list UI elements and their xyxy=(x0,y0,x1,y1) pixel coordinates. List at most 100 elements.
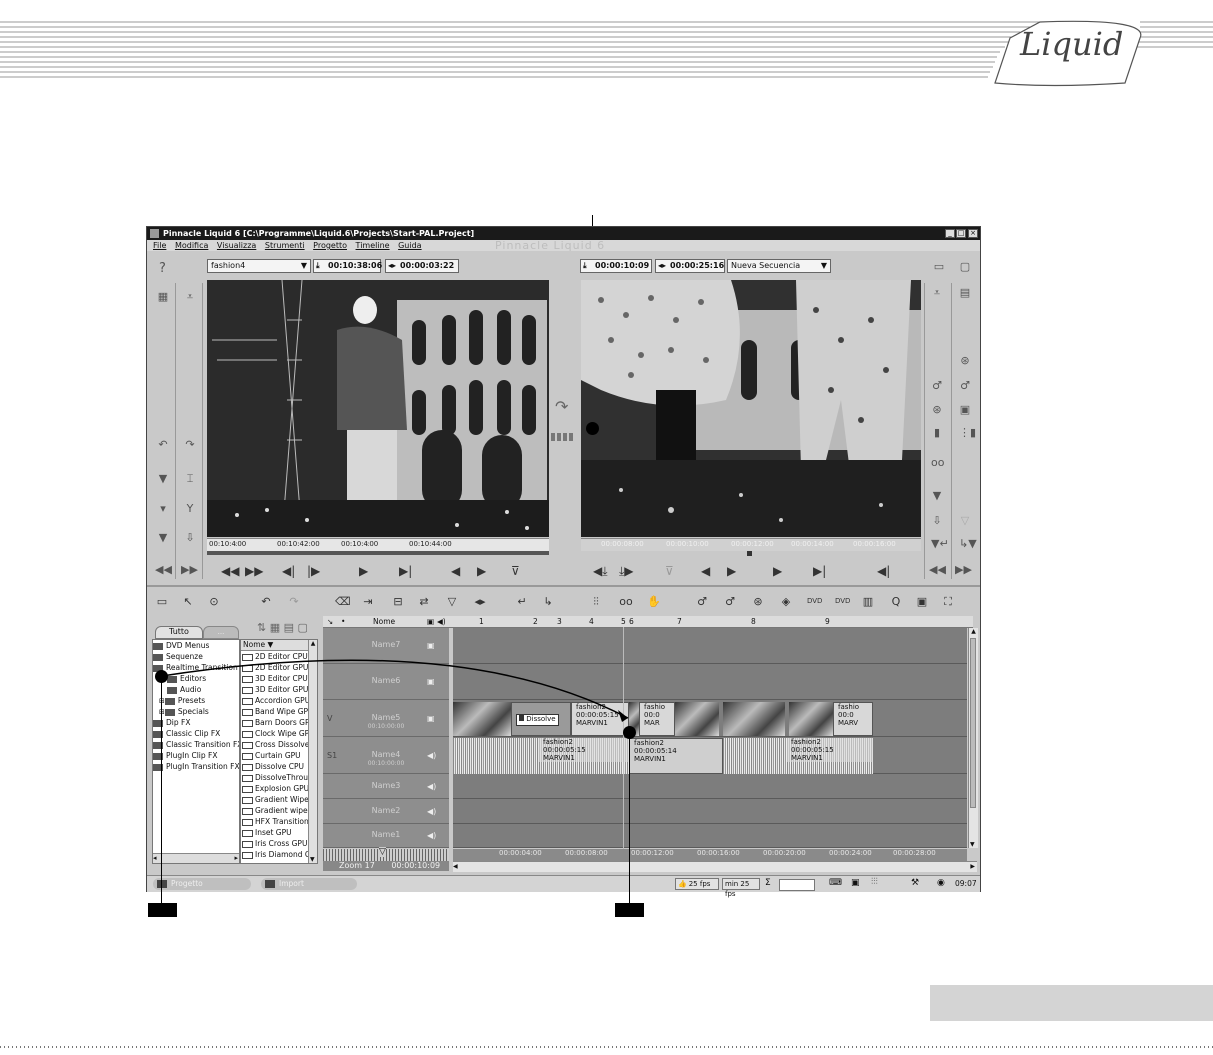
step-forward-icon[interactable]: ▶ xyxy=(727,564,736,578)
mark-y-icon[interactable]: Y xyxy=(184,503,196,515)
audio-clip-2[interactable]: fashion2 00:00:05:14 MARVIN1 xyxy=(629,738,723,774)
lift-icon[interactable]: ▼↵ xyxy=(931,538,949,550)
fit-icon[interactable]: ▦ xyxy=(157,291,169,303)
timeline-marker[interactable]: 4 xyxy=(589,616,594,627)
pointer-icon[interactable]: ↖ xyxy=(181,595,195,608)
tree-hscrollbar[interactable]: ◂ ▸ xyxy=(153,853,239,863)
scroll-right-icon[interactable]: ▶ xyxy=(970,862,975,872)
monitor-icon[interactable]: ▣ xyxy=(851,878,860,888)
fullscreen-icon[interactable]: ⛶ xyxy=(941,595,955,608)
timeline-ruler[interactable]: 00:00:04:00 00:00:08:00 00:00:12:00 00:00:1… xyxy=(453,849,967,861)
ripple-right-icon[interactable]: ↳ xyxy=(541,595,555,608)
effect-item[interactable]: Iris Diamond GP xyxy=(241,849,317,860)
effects-icon[interactable]: ⊛ xyxy=(959,355,971,367)
taskbar-item-progetto[interactable]: Progetto xyxy=(153,878,251,890)
folder-icon[interactable]: ▭ xyxy=(155,595,169,608)
minimize-button[interactable]: _ xyxy=(945,229,955,238)
track-lane[interactable] xyxy=(453,774,967,799)
audio-fx-2-icon[interactable]: ♂ xyxy=(723,595,737,608)
clip-thumbnail[interactable] xyxy=(723,702,785,736)
search-icon[interactable]: Q xyxy=(889,595,903,608)
menu-visualizza[interactable]: Visualizza xyxy=(217,241,256,250)
effect-item[interactable]: HFX Transition xyxy=(241,816,317,827)
rewind-icon[interactable]: ◀◀ xyxy=(155,564,172,576)
scroll-thumb[interactable] xyxy=(970,638,976,808)
scroll-left-icon[interactable]: ◀ xyxy=(453,863,458,870)
redo-icon[interactable]: ↷ xyxy=(184,439,196,451)
transfer-arrow-icon[interactable]: ↷ xyxy=(555,397,568,416)
fast-forward-icon[interactable]: ▶▶ xyxy=(955,564,972,576)
add-track-icon[interactable]: • xyxy=(341,616,345,627)
audio-clip-1[interactable]: fashion2 00:00:05:15 MARVIN1 xyxy=(539,738,629,774)
mixer-icon[interactable]: ⫶⫶ xyxy=(589,595,603,608)
maximize-button[interactable]: □ xyxy=(956,229,966,238)
scroll-right-icon[interactable]: ▸ xyxy=(234,854,238,862)
scroll-left-icon[interactable]: ◂ xyxy=(153,854,157,862)
dvd-2-icon[interactable]: DVD xyxy=(835,595,850,608)
split-edit-icon[interactable]: ◂▸ xyxy=(473,595,487,608)
mark-in-icon[interactable]: ◀⤓ xyxy=(593,564,608,579)
link-clips-icon[interactable]: oo xyxy=(619,595,633,608)
select-tool-icon[interactable]: ↘ xyxy=(327,616,333,627)
timeline-marker[interactable]: 5 xyxy=(621,616,626,627)
track-header[interactable]: Name2 ◀) xyxy=(323,799,449,824)
match-frame-icon[interactable]: ⩡ xyxy=(184,291,196,303)
video-clip-2[interactable]: fashio 00:0 MAR xyxy=(639,702,675,736)
close-button[interactable]: × xyxy=(968,229,978,238)
roll-icon[interactable]: ⇄ xyxy=(417,595,431,608)
source-clip-dropdown[interactable]: fashion4 ▼ xyxy=(207,259,311,273)
hand-icon[interactable]: ✋ xyxy=(647,595,661,608)
zoom-slider[interactable]: ▽ xyxy=(323,847,449,861)
timeline-marker[interactable]: 6 xyxy=(629,616,634,627)
link-icon[interactable]: oo xyxy=(931,457,944,469)
timeline-marker[interactable]: 7 xyxy=(677,616,682,627)
effect-item[interactable]: Gradient Wipe C xyxy=(241,794,317,805)
splice-icon[interactable]: ⌶ xyxy=(184,473,196,485)
lift-icon[interactable]: ⇩ xyxy=(184,532,196,544)
taskbar-item-import[interactable]: Import xyxy=(261,878,357,890)
timeline-marker[interactable]: 9 xyxy=(825,616,830,627)
effect-item[interactable]: Iris Cross GPU xyxy=(241,838,317,849)
video-fx-icon[interactable]: ⊛ xyxy=(751,595,765,608)
audio-waveform[interactable] xyxy=(723,738,787,774)
audio-effect-2-icon[interactable]: ♂ xyxy=(959,380,971,392)
timeline-hscrollbar[interactable]: ◀ ▶ xyxy=(453,861,977,872)
menu-guida[interactable]: Guida xyxy=(398,241,421,250)
audio-speaker-icon[interactable]: ◀) xyxy=(427,751,436,760)
menu-progetto[interactable]: Progetto xyxy=(313,241,347,250)
source-timecode-in[interactable]: ⤓ 00:10:38:06 xyxy=(313,259,382,273)
timeline-marker[interactable]: 3 xyxy=(557,616,562,627)
help-icon[interactable]: ? xyxy=(159,261,166,276)
audio-clip-3[interactable]: fashion2 00:00:05:15 MARVIN1 xyxy=(787,738,873,774)
trim-icon[interactable]: ⇥ xyxy=(361,595,375,608)
output-icon[interactable]: ▭ xyxy=(931,261,947,273)
menu-timeline[interactable]: Timeline xyxy=(356,241,390,250)
step-back-icon[interactable]: ◀ xyxy=(701,564,710,578)
ripple-left-icon[interactable]: ↵ xyxy=(515,595,529,608)
audio-speaker-icon[interactable]: ◀) xyxy=(427,831,436,840)
extract-icon[interactable]: ⩡ xyxy=(931,287,943,299)
menu-modifica[interactable]: Modifica xyxy=(175,241,208,250)
menu-strumenti[interactable]: Strumenti xyxy=(265,241,305,250)
insert-icon[interactable]: ⇩ xyxy=(931,515,943,527)
step-forward-icon[interactable]: |▶ xyxy=(307,564,320,578)
eraser-icon[interactable]: ⌫ xyxy=(335,595,351,608)
tree-item[interactable]: PlugIn Transition FX xyxy=(153,761,239,772)
clip-thumbnail[interactable] xyxy=(789,702,833,736)
tree-item[interactable]: PlugIn Clip FX xyxy=(153,750,239,761)
slip-icon[interactable]: ⊟ xyxy=(391,595,405,608)
split-icon[interactable]: ⋮▮ xyxy=(959,427,976,439)
track-lane[interactable] xyxy=(453,799,967,824)
extract-down-icon[interactable]: ↳▼ xyxy=(959,538,977,550)
insert-icon[interactable]: ▼ xyxy=(157,532,169,544)
gang-icon[interactable] xyxy=(551,433,575,441)
tools-icon[interactable]: ⚒ xyxy=(911,878,919,888)
rewind-icon[interactable]: ◀◀ xyxy=(929,564,946,576)
dvd-icon[interactable]: DVD xyxy=(807,595,822,608)
effect-item[interactable]: Gradient wipe w xyxy=(241,805,317,816)
source-time-ruler[interactable]: 00:10:4 :00 00:10:42:00 00:10:4 :00 00:1… xyxy=(207,538,549,551)
link-toggle-icon[interactable]: ⊙ xyxy=(207,595,221,608)
timeline-marker[interactable]: 8 xyxy=(751,616,756,627)
effect-item[interactable]: Cross Dissolve C xyxy=(241,739,317,750)
record-playhead[interactable] xyxy=(747,551,752,556)
